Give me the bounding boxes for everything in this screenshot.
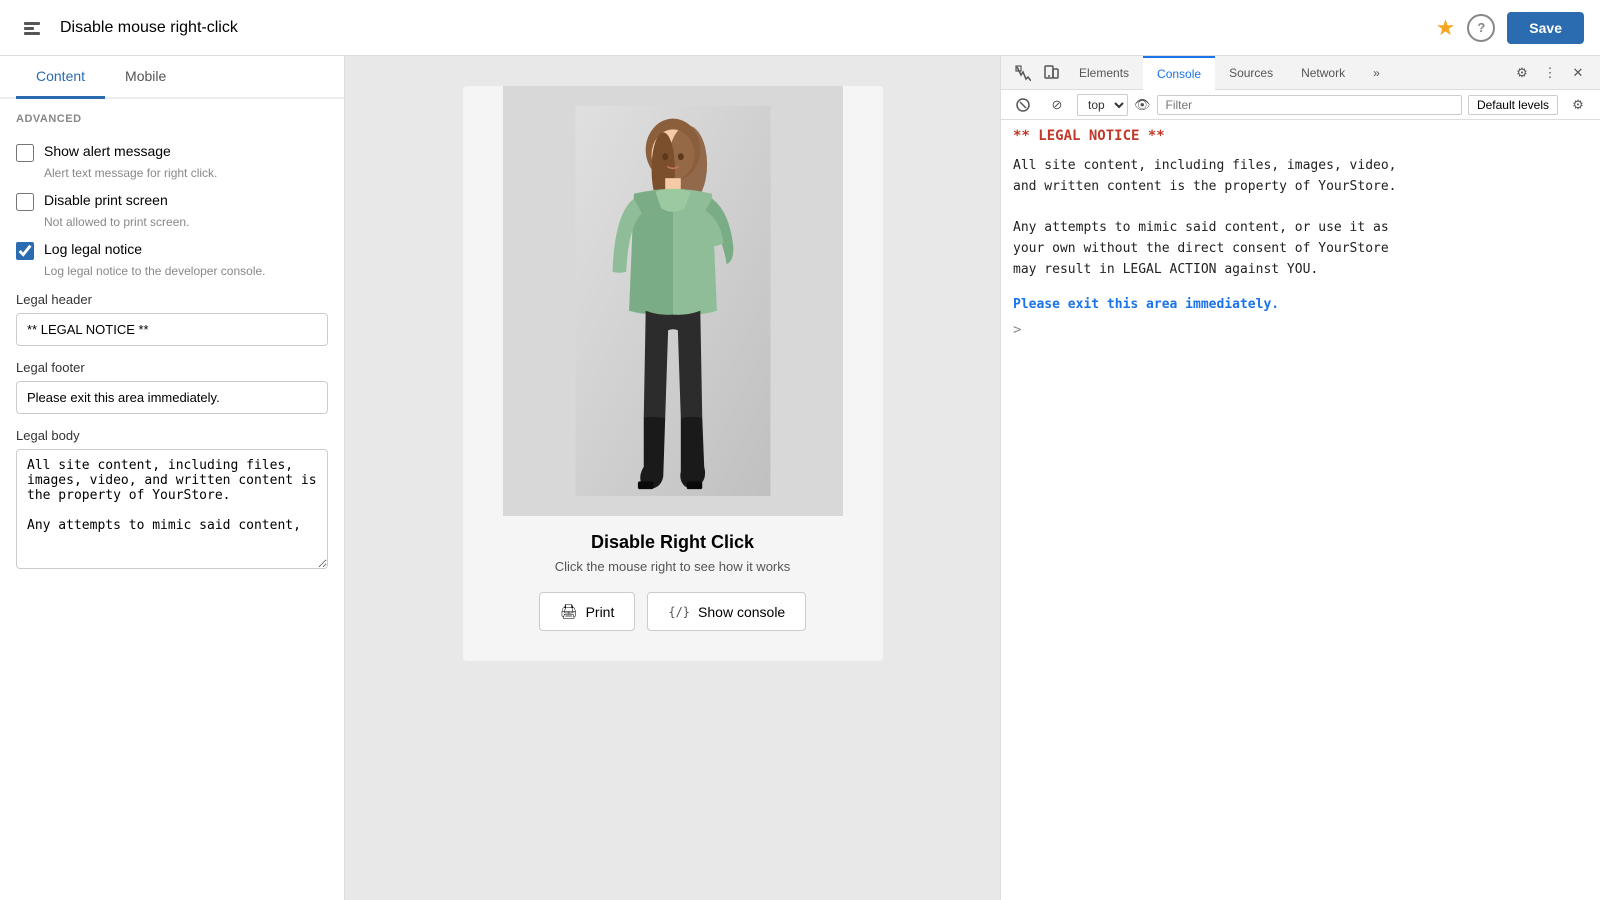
print-label: Print	[586, 604, 615, 620]
fashion-figure-svg	[573, 106, 773, 496]
devtools-toolbar: ⊘ top 👁 Default levels ⚙	[1001, 90, 1600, 120]
disable-print-row: Disable print screen	[16, 192, 328, 211]
eye-icon[interactable]: 👁	[1134, 97, 1151, 113]
legal-footer-input[interactable]	[16, 381, 328, 414]
show-alert-label[interactable]: Show alert message	[44, 143, 171, 159]
page-title: Disable mouse right-click	[60, 19, 1424, 37]
content-tabs: Content Mobile	[0, 56, 344, 99]
device-icon[interactable]	[1037, 59, 1065, 87]
block-icon[interactable]: ⊘	[1043, 91, 1071, 119]
console-footer: Please exit this area immediately.	[1013, 297, 1588, 312]
body-line2: and written content is the property of Y…	[1013, 179, 1397, 194]
preview-image	[503, 86, 843, 516]
tab-mobile[interactable]: Mobile	[105, 56, 186, 99]
clear-console-icon[interactable]	[1009, 91, 1037, 119]
body-line5: your own without the direct consent of Y…	[1013, 241, 1389, 256]
context-select[interactable]: top	[1077, 94, 1128, 116]
back-button[interactable]	[16, 12, 48, 44]
disable-print-label[interactable]: Disable print screen	[44, 192, 168, 208]
show-alert-help: Alert text message for right click.	[16, 166, 328, 180]
legal-body-label: Legal body	[16, 428, 328, 443]
left-panel: Content Mobile ADVANCED Show alert messa…	[0, 56, 345, 900]
legal-header-label: Legal header	[16, 292, 328, 307]
settings-content: Show alert message Alert text message fo…	[0, 131, 344, 588]
star-button[interactable]: ★	[1436, 15, 1456, 41]
log-legal-checkbox[interactable]	[16, 242, 34, 260]
body-line1: All site content, including files, image…	[1013, 158, 1397, 173]
tab-more[interactable]: »	[1359, 56, 1394, 90]
filter-input[interactable]	[1157, 95, 1462, 115]
preview-card: Disable Right Click Click the mouse righ…	[463, 86, 883, 661]
print-button[interactable]: 🖨 Print	[539, 592, 636, 631]
inspect-icon[interactable]	[1009, 59, 1037, 87]
devtools-gear-icon[interactable]: ⚙	[1564, 91, 1592, 119]
body-line4: Any attempts to mimic said content, or u…	[1013, 220, 1389, 235]
print-icon: 🖨	[560, 603, 578, 620]
console-icon: {/}	[668, 605, 690, 619]
log-legal-row: Log legal notice	[16, 241, 328, 260]
preview-subtitle: Click the mouse right to see how it work…	[555, 559, 791, 574]
disable-print-help: Not allowed to print screen.	[16, 215, 328, 229]
console-prompt: >	[1013, 322, 1588, 338]
show-alert-checkbox[interactable]	[16, 144, 34, 162]
tab-network[interactable]: Network	[1287, 56, 1359, 90]
show-alert-row: Show alert message	[16, 143, 328, 162]
legal-header-input[interactable]	[16, 313, 328, 346]
main-layout: Content Mobile ADVANCED Show alert messa…	[0, 56, 1600, 900]
log-legal-label[interactable]: Log legal notice	[44, 241, 142, 257]
show-console-button[interactable]: {/} Show console	[647, 592, 806, 631]
help-button[interactable]: ?	[1467, 14, 1495, 42]
legal-footer-label: Legal footer	[16, 360, 328, 375]
disable-print-checkbox[interactable]	[16, 193, 34, 211]
console-label: Show console	[698, 604, 785, 620]
devtools-dots-icon[interactable]: ⋮	[1536, 59, 1564, 87]
tab-sources[interactable]: Sources	[1215, 56, 1287, 90]
center-preview: Disable Right Click Click the mouse righ…	[345, 56, 1000, 900]
log-legal-help: Log legal notice to the developer consol…	[16, 264, 328, 278]
devtools-tab-bar: Elements Console Sources Network » ⚙ ⋮ ✕	[1001, 56, 1600, 90]
legal-body-textarea[interactable]: All site content, including files, image…	[16, 449, 328, 569]
console-legal-header: ** LEGAL NOTICE **	[1013, 128, 1588, 144]
preview-buttons: 🖨 Print {/} Show console	[539, 592, 806, 631]
levels-button[interactable]: Default levels	[1468, 95, 1558, 115]
preview-title: Disable Right Click	[591, 532, 754, 553]
section-label: ADVANCED	[0, 99, 344, 131]
top-bar: Disable mouse right-click ★ ? Save	[0, 0, 1600, 56]
console-body-text: All site content, including files, image…	[1013, 156, 1588, 281]
console-output: ** LEGAL NOTICE ** All site content, inc…	[1001, 120, 1600, 900]
tab-elements[interactable]: Elements	[1065, 56, 1143, 90]
tab-console[interactable]: Console	[1143, 56, 1215, 90]
body-line6: may result in LEGAL ACTION against YOU.	[1013, 262, 1318, 277]
save-button[interactable]: Save	[1507, 12, 1584, 44]
devtools-close-icon[interactable]: ✕	[1564, 59, 1592, 87]
devtools-panel: Elements Console Sources Network » ⚙ ⋮ ✕…	[1000, 56, 1600, 900]
devtools-settings-icon[interactable]: ⚙	[1508, 59, 1536, 87]
tab-content[interactable]: Content	[16, 56, 105, 99]
